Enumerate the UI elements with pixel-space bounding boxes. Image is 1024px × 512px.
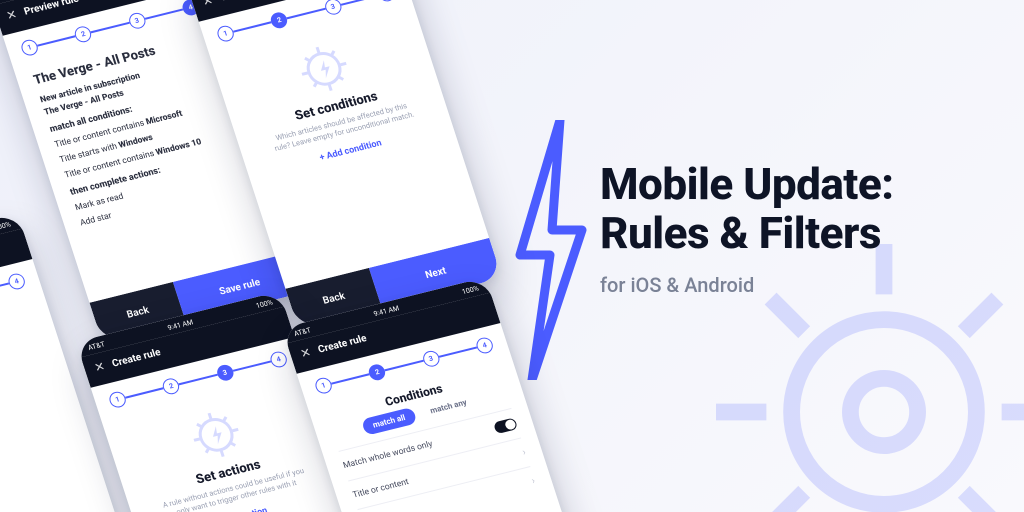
toggle-whole-words[interactable] [493, 417, 518, 434]
chevron-right-icon: › [521, 447, 527, 458]
step-1: 1 [19, 38, 39, 57]
close-icon[interactable]: ✕ [5, 7, 19, 23]
close-icon[interactable]: ✕ [93, 359, 107, 375]
headline-block: Mobile Update: Rules & Filters for iOS &… [600, 160, 894, 297]
step-2: 2 [73, 25, 93, 44]
close-icon[interactable]: ✕ [201, 0, 215, 9]
headline-line2: Rules & Filters [600, 207, 881, 259]
close-icon[interactable]: ✕ [299, 345, 313, 361]
headline-title: Mobile Update: Rules & Filters [600, 160, 894, 259]
step-3: 3 [127, 11, 147, 30]
chevron-right-icon: › [530, 476, 536, 487]
headline-subtitle: for iOS & Android [600, 273, 894, 297]
nav-title: Preview rule [23, 0, 80, 17]
headline-line1: Mobile Update: [600, 158, 894, 210]
nav-title: Create rule [317, 333, 368, 355]
promo-stage: Mobile Update: Rules & Filters for iOS &… [0, 0, 1024, 512]
nav-title: Create rule [111, 347, 162, 369]
lightning-bolt-icon [498, 120, 598, 380]
nav-title: Create rule [219, 0, 270, 3]
